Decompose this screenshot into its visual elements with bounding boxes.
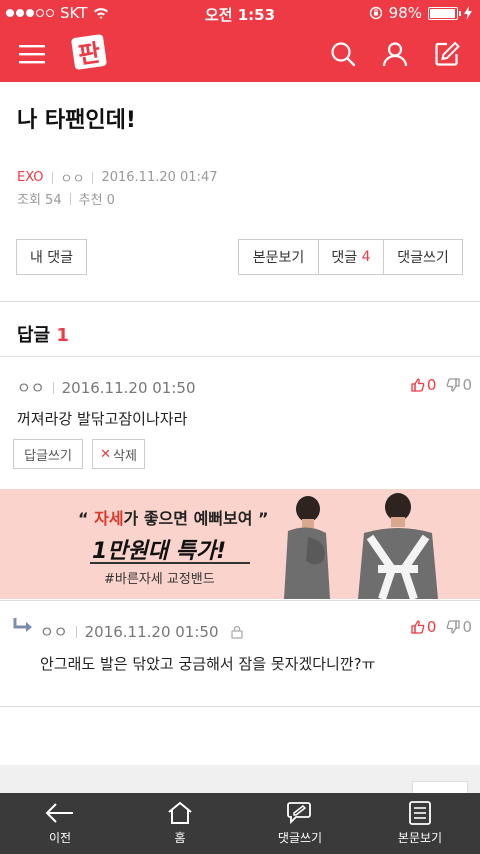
ad-underline (90, 562, 250, 564)
nav-home-label: 홈 (174, 831, 186, 845)
divider (75, 625, 77, 638)
divider (51, 171, 53, 184)
arrow-left-icon (45, 803, 73, 823)
divider (0, 301, 480, 302)
delete-label: 삭제 (112, 448, 137, 464)
view-post-button[interactable]: 본문보기 (238, 239, 318, 275)
post-author: ㅇㅇ (60, 172, 85, 187)
reply-button[interactable]: 답글쓰기 (13, 439, 83, 469)
comments-button[interactable]: 댓글 4 (318, 239, 383, 275)
delete-button[interactable]: ✕ 삭제 (92, 439, 145, 469)
nav-home[interactable]: 홈 (120, 793, 240, 854)
view-count: 조회 54 (17, 193, 62, 208)
nav-view-label: 본문보기 (397, 831, 443, 845)
write-post-button[interactable] (429, 36, 465, 72)
recommend-count: 추천 0 (78, 193, 115, 208)
menu-button[interactable] (14, 36, 50, 72)
comment-edit-icon (287, 802, 311, 825)
comment-votes: 0 0 (411, 376, 472, 394)
ad-headline: “ 자세가 좋으면 예뻐보여 ” (78, 509, 269, 528)
post-meta: EXO ㅇㅇ 2016.11.20 01:47 (17, 168, 217, 187)
comment-text: 안그래도 발은 닦았고 궁금해서 잠을 못자겠다니깐?ㅠ (40, 655, 376, 673)
post-action-group: 본문보기 댓글 4 댓글쓰기 (238, 239, 463, 275)
comment-author: ㅇㅇ (17, 379, 45, 397)
ad-tag: #바른자세 교정밴드 (104, 572, 215, 587)
battery-percent: 98% (388, 4, 422, 22)
app-header: 판 (0, 26, 480, 82)
document-icon (409, 801, 431, 825)
category-link[interactable]: EXO (17, 170, 44, 185)
thumbs-down-icon (447, 620, 461, 634)
post-title: 나 타팬인데! (17, 108, 136, 133)
downvote-count: 0 (462, 618, 472, 636)
logo-icon: 판 (71, 34, 107, 70)
comments-label: 댓글 (331, 250, 358, 266)
nav-write-label: 댓글쓰기 (277, 831, 323, 845)
divider (52, 381, 54, 394)
search-button[interactable] (325, 36, 361, 72)
battery-icon (428, 6, 461, 20)
upvote-button[interactable]: 0 (411, 618, 437, 636)
thumbs-up-icon (411, 620, 425, 634)
reply-arrow-icon (13, 618, 32, 632)
nav-write-comment[interactable]: 댓글쓰기 (240, 793, 360, 854)
menu-icon (19, 45, 45, 64)
svg-text:판: 판 (76, 39, 102, 70)
downvote-button[interactable]: 0 (446, 376, 472, 394)
nav-back[interactable]: 이전 (0, 793, 120, 854)
comment-votes: 0 0 (411, 618, 472, 636)
search-icon (331, 42, 356, 67)
bottom-nav: 이전 홈 댓글쓰기 본문보기 (0, 793, 480, 854)
replies-count: 1 (56, 325, 69, 346)
comment-text: 꺼져라강 발닦고잠이나자라 (17, 410, 188, 428)
divider (0, 600, 480, 601)
my-page-button[interactable] (377, 36, 413, 72)
write-comment-button[interactable]: 댓글쓰기 (383, 239, 463, 275)
upvote-count: 0 (426, 376, 437, 394)
close-icon: ✕ (100, 446, 111, 462)
comment-date: 2016.11.20 01:50 (84, 622, 219, 641)
comments-count: 4 (361, 249, 371, 265)
replies-label: 답글 (17, 325, 51, 346)
home-icon (168, 801, 192, 824)
divider (92, 171, 94, 184)
edit-icon (435, 41, 460, 66)
ad-banner[interactable]: “ 자세가 좋으면 예뻐보여 ” 1만원대 특가! #바른자세 교정밴드 (0, 489, 480, 599)
status-bar: SKT 오전 1:53 98% (0, 0, 480, 26)
my-comments-button[interactable]: 내 댓글 (16, 239, 87, 275)
thumbs-down-icon (447, 378, 461, 392)
upvote-button[interactable]: 0 (411, 376, 437, 394)
comment-author: ㅇㅇ (40, 623, 68, 641)
comment-date: 2016.11.20 01:50 (61, 378, 196, 397)
nav-view-post[interactable]: 본문보기 (360, 793, 480, 854)
divider (69, 192, 71, 205)
ad-model-image (284, 493, 438, 599)
comment-header: ㅇㅇ 2016.11.20 01:50 (40, 621, 243, 642)
pann-logo[interactable]: 판 (70, 32, 108, 72)
charging-icon (464, 6, 472, 20)
downvote-button[interactable]: 0 (446, 618, 472, 636)
post-date: 2016.11.20 01:47 (101, 170, 218, 185)
post-stats: 조회 54 추천 0 (17, 189, 115, 208)
downvote-count: 0 (462, 376, 472, 394)
divider (0, 356, 480, 357)
rotation-lock-icon (369, 6, 382, 20)
user-icon (382, 42, 408, 67)
comment-header: ㅇㅇ 2016.11.20 01:50 (17, 377, 196, 398)
replies-heading: 답글 1 (17, 321, 69, 347)
nav-back-label: 이전 (48, 831, 72, 845)
divider (0, 706, 480, 707)
thumbs-up-icon (411, 378, 425, 392)
ad-price: 1만원대 특가! (92, 539, 227, 564)
lock-icon (230, 625, 243, 639)
footer-strip (0, 765, 480, 793)
upvote-count: 0 (426, 618, 437, 636)
